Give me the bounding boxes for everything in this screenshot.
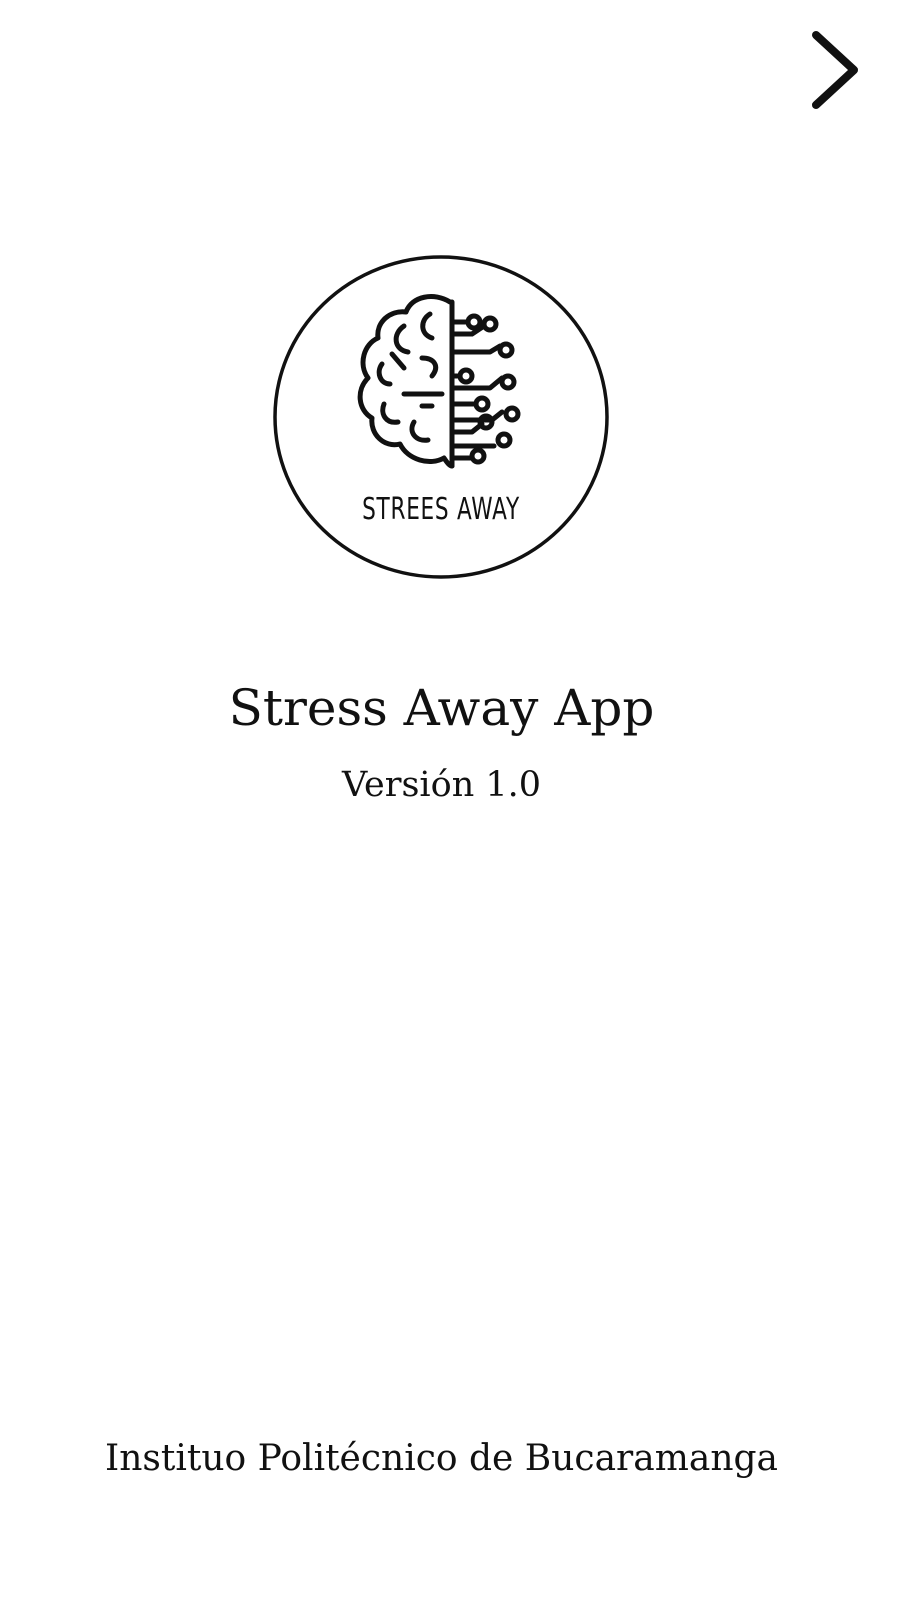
institution-name: Instituo Politécnico de Bucaramanga [104,1438,779,1479]
brain-circuit-icon [357,294,521,469]
next-button[interactable] [790,20,870,120]
app-logo: STREES AWAY [272,254,610,580]
app-version: Versión 1.0 [341,765,542,805]
logo-text: STREES AWAY [362,492,520,527]
app-title: Stress Away App [228,679,655,737]
chevron-right-icon [812,31,858,109]
